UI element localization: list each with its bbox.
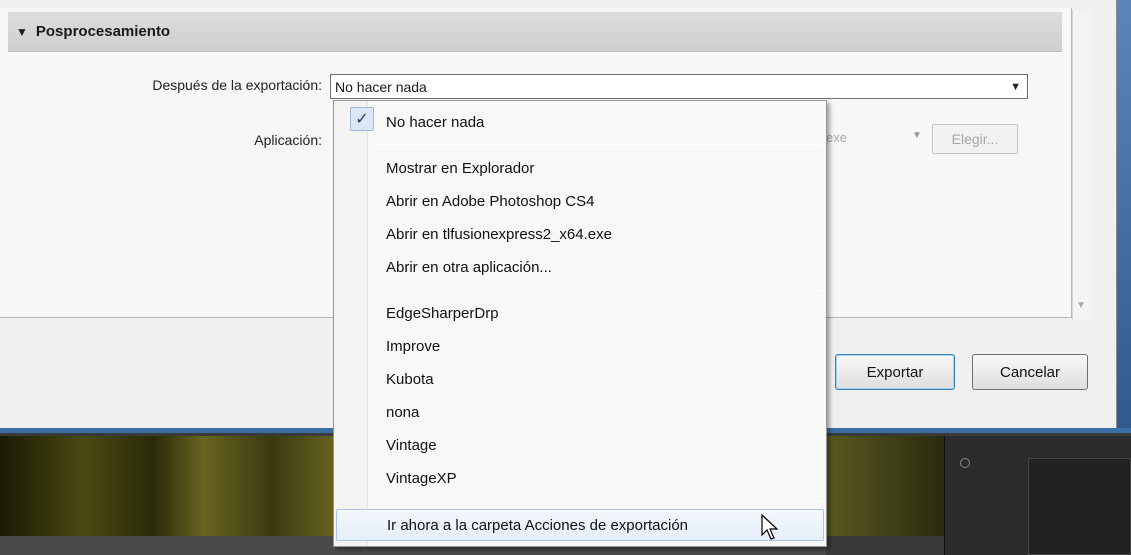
application-dropdown-icon: ▼	[912, 130, 922, 141]
menu-item-edgesharperdrp[interactable]: EdgeSharperDrp	[336, 298, 824, 328]
after-export-dropdown-menu: ✓ No hacer nada Mostrar en Explorador Ab…	[333, 100, 827, 547]
menu-separator	[372, 501, 822, 502]
after-export-select[interactable]: No hacer nada ▼	[330, 74, 1028, 99]
menu-item-abrir-tlfusion[interactable]: Abrir en tlfusionexpress2_x64.exe	[336, 219, 824, 249]
section-header-posprocesamiento[interactable]: ▼ Posprocesamiento	[8, 12, 1062, 52]
menu-item-mostrar-explorador[interactable]: Mostrar en Explorador	[336, 153, 824, 183]
menu-item-vintage[interactable]: Vintage	[336, 430, 824, 460]
cancel-button[interactable]: Cancelar	[972, 354, 1088, 390]
triangle-down-icon: ▼	[16, 24, 28, 39]
menu-separator	[372, 144, 822, 145]
panel-radio-icon[interactable]	[960, 458, 970, 468]
menu-separator	[372, 290, 822, 291]
menu-item-kubota[interactable]: Kubota	[336, 364, 824, 394]
application-field-value: exe	[826, 130, 847, 145]
menu-item-vintagexp[interactable]: VintageXP	[336, 463, 824, 493]
dialog-window-frame	[1117, 0, 1131, 432]
photo-thumbnail	[0, 436, 340, 536]
panel-scrollbar[interactable]	[1072, 10, 1092, 320]
menu-item-abrir-photoshop[interactable]: Abrir en Adobe Photoshop CS4	[336, 186, 824, 216]
application-label: Aplicación:	[254, 132, 322, 148]
mouse-pointer-icon	[761, 513, 779, 540]
after-export-select-value: No hacer nada	[335, 78, 427, 95]
after-export-label: Después de la exportación:	[152, 77, 322, 93]
export-button[interactable]: Exportar	[835, 354, 955, 390]
scroll-down-icon[interactable]: ▼	[1076, 300, 1086, 311]
chevron-down-icon: ▼	[1010, 81, 1021, 93]
menu-item-nona[interactable]: nona	[336, 397, 824, 427]
menu-item-no-hacer-nada[interactable]: No hacer nada	[336, 107, 824, 137]
menu-item-improve[interactable]: Improve	[336, 331, 824, 361]
choose-button[interactable]: Elegir...	[932, 124, 1018, 154]
menu-item-ir-carpeta-acciones[interactable]: Ir ahora a la carpeta Acciones de export…	[336, 509, 824, 541]
photo-thumbnail-right	[826, 436, 944, 536]
section-title: Posprocesamiento	[35, 23, 171, 40]
histogram-box	[1028, 458, 1131, 555]
menu-item-abrir-otra-aplicacion[interactable]: Abrir en otra aplicación...	[336, 252, 824, 282]
